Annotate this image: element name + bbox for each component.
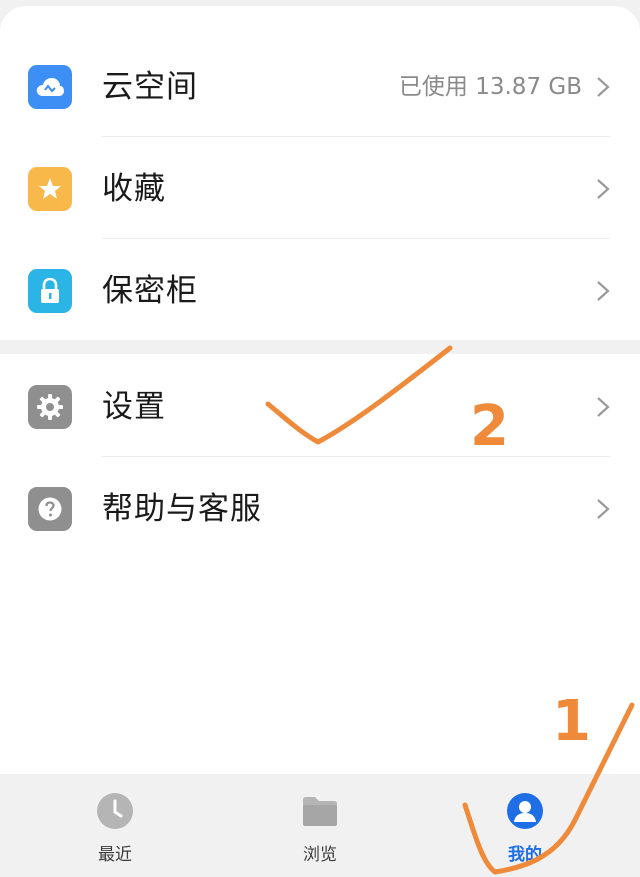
divider: [102, 456, 610, 457]
tab-recent[interactable]: 最近: [45, 774, 185, 877]
tab-label: 浏览: [303, 845, 337, 865]
lock-icon: [28, 269, 72, 313]
bottom-tab-bar: 最近 浏览 我的: [0, 774, 640, 877]
menu-item-cloud-space[interactable]: 云空间 已使用 13.87 GB: [0, 36, 640, 138]
tab-label: 最近: [98, 845, 132, 865]
chevron-right-icon: [597, 397, 610, 417]
menu-item-label: 收藏: [102, 171, 166, 207]
question-icon: [28, 487, 72, 531]
menu-item-help[interactable]: 帮助与客服: [0, 458, 640, 560]
cloud-icon: [28, 65, 72, 109]
secondary-menu-card: 设置 帮助与客服: [0, 354, 640, 774]
chevron-right-icon: [597, 499, 610, 519]
gear-icon: [28, 385, 72, 429]
menu-item-safe[interactable]: 保密柜: [0, 240, 640, 342]
star-icon: [28, 167, 72, 211]
primary-menu-card: 云空间 已使用 13.87 GB 收藏 保密柜: [0, 6, 640, 340]
menu-item-label: 帮助与客服: [102, 491, 262, 527]
chevron-right-icon: [597, 179, 610, 199]
divider: [102, 136, 610, 137]
tab-mine[interactable]: 我的: [455, 774, 595, 877]
chevron-right-icon: [597, 281, 610, 301]
clock-icon: [97, 793, 133, 829]
folder-icon: [303, 797, 337, 826]
tab-label: 我的: [508, 845, 542, 865]
storage-usage-text: 已使用 13.87 GB: [398, 74, 582, 100]
divider: [102, 238, 610, 239]
menu-item-settings[interactable]: 设置: [0, 356, 640, 458]
tab-browse[interactable]: 浏览: [250, 774, 390, 877]
menu-item-label: 云空间: [102, 69, 198, 105]
user-icon: [507, 793, 543, 829]
menu-item-label: 设置: [102, 389, 166, 425]
menu-item-favorites[interactable]: 收藏: [0, 138, 640, 240]
chevron-right-icon: [597, 77, 610, 97]
menu-item-label: 保密柜: [102, 273, 198, 309]
